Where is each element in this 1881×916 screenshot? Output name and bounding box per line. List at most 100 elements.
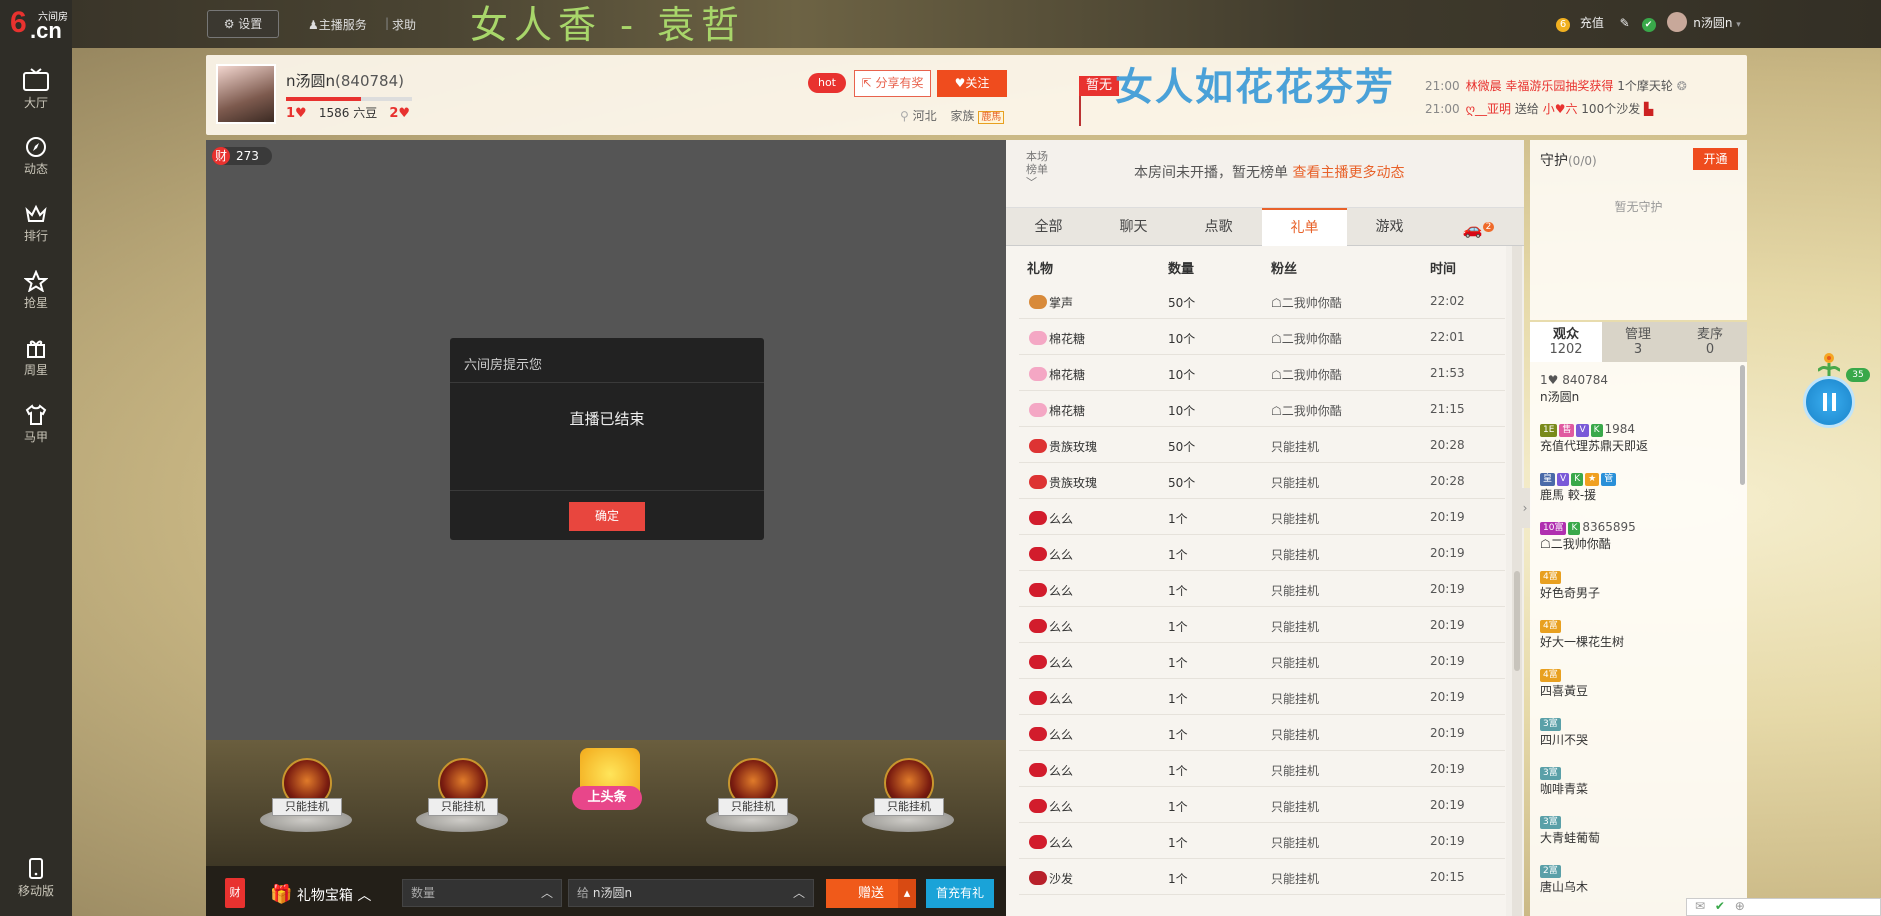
host-avatar[interactable]	[216, 64, 276, 124]
audience-item[interactable]: 3富 大青蛙葡萄	[1540, 813, 1740, 847]
user-badge: 售	[1559, 424, 1575, 437]
news-item[interactable]: 21:00 ღ__亚明 送给 小♥六 100个沙发 ▙	[1425, 100, 1653, 117]
settings-button[interactable]: ⚙ 设置	[207, 10, 279, 38]
seat[interactable]: 只能挂机	[258, 748, 354, 848]
fan-cell[interactable]: 只能挂机	[1271, 762, 1319, 779]
audience-tabs: 观众 1202 管理 3 麦序 0	[1530, 322, 1747, 362]
send-button[interactable]: 赠送 ▴	[826, 879, 916, 908]
audience-item[interactable]: 皇 V K ★ 管鹿馬 較-援	[1540, 470, 1740, 504]
tab-gifts[interactable]: 礼单	[1262, 208, 1347, 246]
confirm-button[interactable]: 确定	[569, 502, 645, 531]
check-icon[interactable]: ✔	[1715, 899, 1725, 913]
headline-seat[interactable]: 上头条	[558, 748, 654, 848]
fan-cell[interactable]: 只能挂机	[1271, 870, 1319, 887]
audience-item[interactable]: 4富 好大一棵花生树	[1540, 617, 1740, 651]
share-button[interactable]: ⇱ 分享有奖	[854, 70, 931, 97]
wealth-counter[interactable]: 财10	[225, 878, 245, 908]
fan-cell[interactable]: 只能挂机	[1271, 510, 1319, 527]
fan-cell[interactable]: 只能挂机	[1271, 582, 1319, 599]
sidebar-item-label: 大厅	[23, 96, 48, 110]
gift-cell: 么么	[1029, 762, 1073, 779]
tab-chat[interactable]: 聊天	[1091, 208, 1176, 246]
first-recharge-button[interactable]: 首充有礼	[926, 879, 994, 908]
fan-cell[interactable]: 只能挂机	[1271, 834, 1319, 851]
user-badge: 4富	[1540, 620, 1561, 633]
chevron-down-icon[interactable]: ▾	[1736, 20, 1741, 30]
news-item[interactable]: 21:00 林微晨 幸福游乐园抽奖获得 1个摩天轮 ❂	[1425, 77, 1687, 94]
sidebar-item-rank[interactable]: 排行	[0, 197, 72, 253]
audience-item[interactable]: 3富 咖啡青菜	[1540, 764, 1740, 798]
banner[interactable]: 暂无 女人如花花芬芳	[1075, 50, 1435, 130]
audience-item[interactable]: 1E 售 V K 1984 充值代理苏鼎天即返	[1540, 421, 1740, 455]
edit-icon[interactable]: ✎	[1620, 16, 1630, 30]
fan-cell[interactable]: 只能挂机	[1271, 798, 1319, 815]
fan-cell[interactable]: 只能挂机	[1271, 690, 1319, 707]
user-badge: K	[1590, 424, 1603, 437]
more-activity-link[interactable]: 查看主播更多动态	[1292, 165, 1404, 181]
fan-cell[interactable]: 只能挂机	[1271, 474, 1319, 491]
audience-scrollbar[interactable]	[1740, 365, 1745, 485]
audience-item[interactable]: 4富 好色奇男子	[1540, 568, 1740, 602]
fan-cell[interactable]: ☖二我帅你酷	[1271, 366, 1342, 383]
tab-all[interactable]: 全部	[1006, 208, 1091, 246]
tab-audience[interactable]: 观众 1202	[1530, 322, 1602, 362]
help-link[interactable]: 求助	[392, 16, 416, 33]
user-name[interactable]: n汤圆n	[1693, 16, 1732, 30]
sidebar-item-hall[interactable]: 大厅	[0, 62, 72, 118]
audience-item[interactable]: 3富 四川不哭	[1540, 715, 1740, 749]
fan-cell[interactable]: ☖二我帅你酷	[1271, 294, 1342, 311]
fan-cell[interactable]: 只能挂机	[1271, 654, 1319, 671]
zoom-icon[interactable]: ⊕	[1735, 899, 1745, 913]
fan-cell[interactable]: ☖二我帅你酷	[1271, 330, 1342, 347]
follow-button[interactable]: ♥关注	[937, 70, 1007, 97]
gift-name: 掌声	[1049, 296, 1074, 310]
audience-item[interactable]: 4富 四喜黃豆	[1540, 666, 1740, 700]
board-toggle[interactable]: 本场榜单 ﹀	[1026, 150, 1054, 189]
seat[interactable]: 只能挂机	[704, 748, 800, 848]
seat[interactable]: 只能挂机	[414, 748, 510, 848]
gift-list-scrollbar[interactable]	[1512, 246, 1522, 916]
family-tag[interactable]: 鹿馬	[978, 111, 1005, 124]
quantity-input[interactable]: 数量 ︿	[402, 879, 562, 907]
user-avatar[interactable]	[1667, 12, 1688, 32]
gift-cell: 棉花糖	[1029, 330, 1085, 347]
chevron-up-icon[interactable]: ▴	[898, 879, 916, 908]
tab-games[interactable]: 游戏	[1347, 208, 1432, 246]
logo-sub: 六间房	[38, 12, 68, 23]
pause-button[interactable]	[1803, 376, 1855, 428]
liudou-count: 1586 六豆	[318, 106, 378, 120]
qty-cell: 1个	[1168, 764, 1188, 778]
host-service-link[interactable]: ♟主播服务	[308, 16, 367, 33]
tab-admins[interactable]: 管理 3	[1602, 322, 1674, 362]
seat[interactable]: 只能挂机	[860, 748, 956, 848]
open-guard-button[interactable]: 开通	[1693, 148, 1738, 170]
recipient-select[interactable]: 给 n汤圆n ︿	[568, 879, 814, 907]
fan-cell[interactable]: 只能挂机	[1271, 618, 1319, 635]
sidebar-item-activity[interactable]: 动态	[0, 130, 72, 186]
sidebar-item-vest[interactable]: 马甲	[0, 398, 72, 454]
chevron-up-icon[interactable]: ︿	[793, 880, 805, 906]
chevron-up-icon[interactable]: ︿	[541, 880, 553, 906]
fan-cell[interactable]: 只能挂机	[1271, 546, 1319, 563]
sidebar-item-grab-star[interactable]: 抢星	[0, 264, 72, 320]
car-tab[interactable]: 🚗 2	[1436, 208, 1521, 246]
fan-cell[interactable]: 只能挂机	[1271, 726, 1319, 743]
sidebar-item-mobile[interactable]: 移动版	[0, 852, 72, 904]
user-badge: 10富	[1540, 522, 1567, 535]
mail-icon[interactable]: ✉	[1695, 899, 1705, 913]
user-id: 1984	[1604, 422, 1636, 436]
gift-box-button[interactable]: 🎁 礼物宝箱 ︿	[270, 884, 371, 905]
audience-item[interactable]: 2富 唐山乌木	[1540, 862, 1740, 896]
audience-item[interactable]: 10富 K 8365895 ☖二我帅你酷	[1540, 519, 1740, 553]
tab-mic-queue[interactable]: 麦序 0	[1674, 322, 1746, 362]
tab-song[interactable]: 点歌	[1176, 208, 1261, 246]
fan-cell[interactable]: ☖二我帅你酷	[1271, 402, 1342, 419]
chevron-up-icon: ︿	[357, 888, 372, 904]
sidebar-item-week-star[interactable]: 周星	[0, 331, 72, 387]
mini-toolbar[interactable]: ✉ ✔ ⊕	[1686, 898, 1881, 916]
gift-cell: 么么	[1029, 510, 1073, 527]
site-logo[interactable]: 6 .cn 六间房	[8, 6, 70, 44]
fan-cell[interactable]: 只能挂机	[1271, 438, 1319, 455]
audience-item[interactable]: 1♥ 840784 n汤圆n	[1540, 372, 1740, 406]
recharge-link[interactable]: 充值	[1580, 16, 1604, 30]
